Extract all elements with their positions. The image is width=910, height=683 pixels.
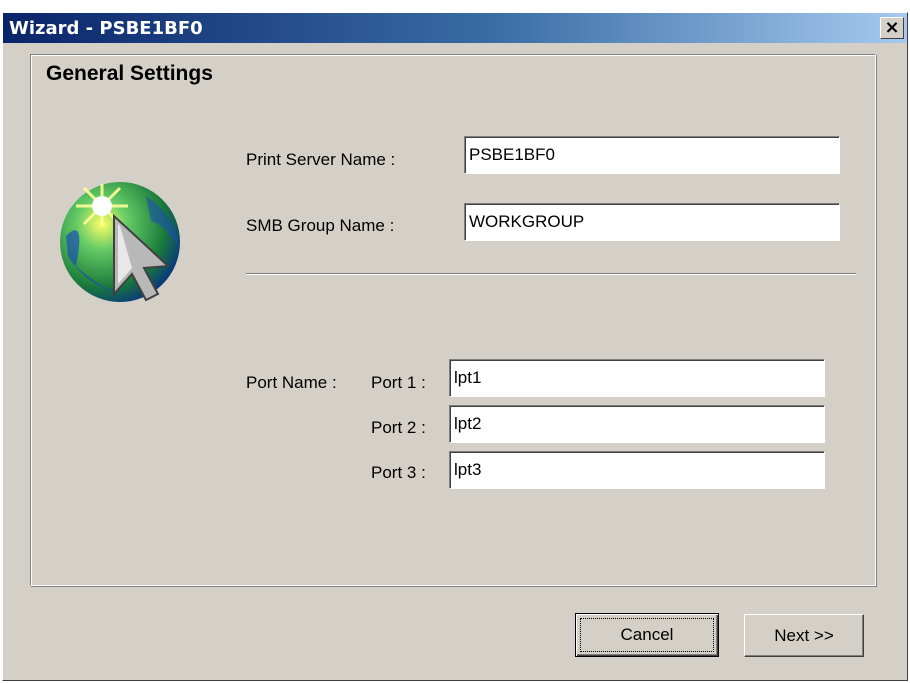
window-title: Wizard - PSBE1BF0 <box>9 18 203 39</box>
separator <box>246 273 856 275</box>
title-bar[interactable]: Wizard - PSBE1BF0 × <box>3 13 907 43</box>
panel-title: General Settings <box>46 62 213 85</box>
port-3-input[interactable] <box>449 451 825 489</box>
cancel-button[interactable]: Cancel <box>575 613 719 657</box>
port-2-input[interactable] <box>449 405 825 443</box>
next-button-label: Next >> <box>774 626 834 645</box>
port-1-label: Port 1 : <box>371 373 426 392</box>
close-icon: × <box>884 17 900 38</box>
port-3-label: Port 3 : <box>371 463 426 482</box>
globe-cursor-icon <box>56 176 188 306</box>
smb-group-name-label: SMB Group Name : <box>246 216 395 235</box>
close-button[interactable]: × <box>880 17 904 39</box>
port-name-label: Port Name : <box>246 373 337 392</box>
next-button[interactable]: Next >> <box>744 614 864 657</box>
print-server-name-input[interactable] <box>464 136 840 174</box>
print-server-name-label: Print Server Name : <box>246 150 396 169</box>
settings-panel <box>30 54 876 586</box>
port-2-label: Port 2 : <box>371 418 426 437</box>
smb-group-name-input[interactable] <box>464 203 840 241</box>
cancel-button-label: Cancel <box>620 625 674 644</box>
port-1-input[interactable] <box>449 359 825 397</box>
